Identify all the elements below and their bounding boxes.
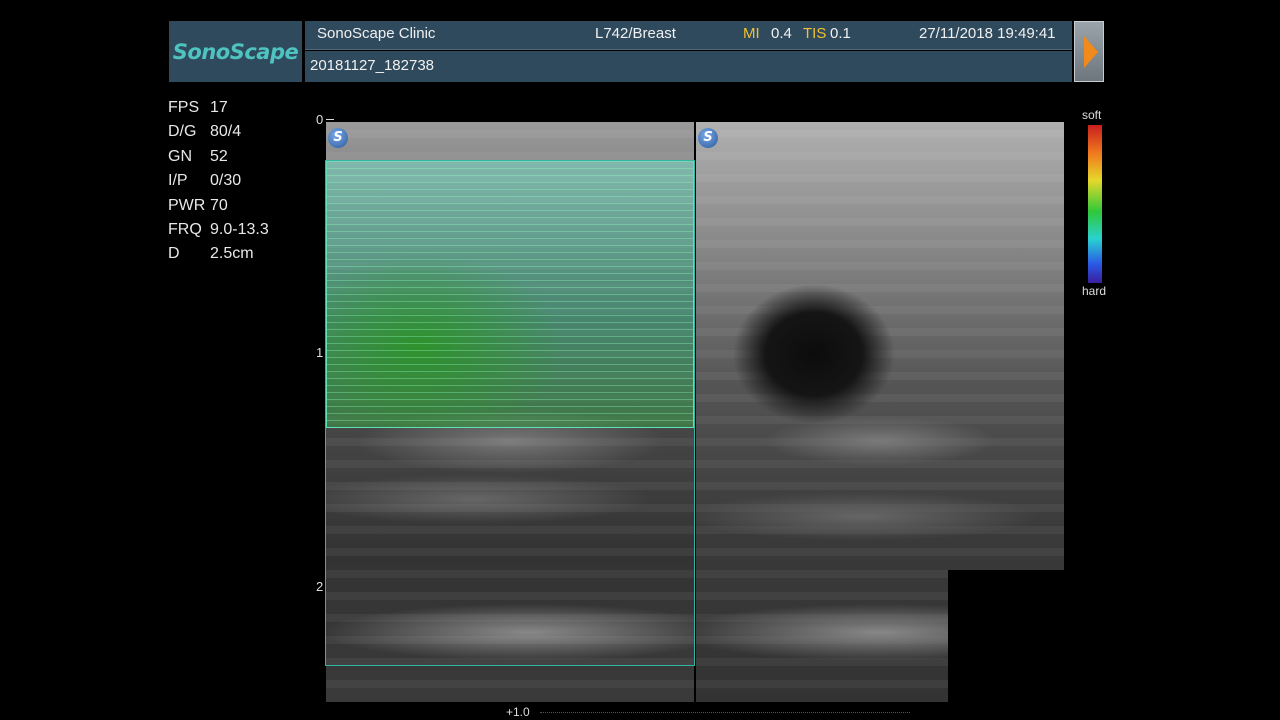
param-row-gn: GN 52 <box>168 145 269 169</box>
param-value: 2.5cm <box>210 245 254 263</box>
mi-label: MI <box>743 25 760 42</box>
patient-id: 20181127_182738 <box>310 57 435 74</box>
param-name: GN <box>168 147 192 165</box>
s-badge-icon: S <box>698 128 718 148</box>
bottom-scale-label: +1.0 <box>506 705 530 719</box>
param-value: 0/30 <box>210 172 242 190</box>
elasticity-colorbar <box>1088 125 1102 283</box>
probe-preset: L742/Breast <box>595 25 676 42</box>
bottom-dotted-line <box>540 712 910 713</box>
date-time: 27/11/2018 19:49:41 <box>919 25 1056 42</box>
param-row-dg: D/G 80/4 <box>168 120 269 144</box>
image-blank-region <box>948 570 1068 710</box>
play-arrow-icon <box>1084 36 1098 68</box>
depth-label-1: 1 <box>316 345 324 360</box>
param-name: PWR <box>168 196 206 214</box>
param-value: 70 <box>210 196 228 214</box>
sonoscape-logo: SonoScape <box>172 39 299 64</box>
param-row-pwr: PWR 70 <box>168 194 269 218</box>
tis-value: 0.1 <box>830 25 851 42</box>
param-row-ip: I/P 0/30 <box>168 169 269 193</box>
mi-value: 0.4 <box>771 25 792 42</box>
param-name: I/P <box>168 172 188 190</box>
param-name: FPS <box>168 99 200 116</box>
clinic-name: SonoScape Clinic <box>317 25 436 42</box>
param-value: 52 <box>210 147 228 165</box>
tis-label: TIS <box>803 25 827 42</box>
param-row-fps: FPS 17 <box>168 96 269 120</box>
s-badge-icon: S <box>328 128 348 148</box>
depth-label-2: 2 <box>316 579 324 594</box>
param-row-depth: D 2.5cm <box>168 242 269 266</box>
param-name: FRQ <box>168 220 202 238</box>
patient-bar: 20181127_182738 <box>305 51 1072 82</box>
depth-label-0: 0 <box>316 112 324 127</box>
param-value: 80/4 <box>210 123 242 141</box>
roi-box[interactable] <box>325 160 695 666</box>
imaging-parameters: FPS 17 D/G 80/4 GN 52 I/P 0/30 PWR 70 FR… <box>168 96 269 267</box>
param-value: 9.0-13.3 <box>210 220 269 238</box>
logo-panel: SonoScape <box>169 21 302 82</box>
param-name: D/G <box>168 123 197 141</box>
header-info-bar: SonoScape Clinic L742/Breast MI 0.4 TIS … <box>305 21 1072 50</box>
depth-tick <box>326 119 334 120</box>
colorbar-bottom-label: hard <box>1082 284 1107 298</box>
freeze-button[interactable] <box>1074 21 1104 82</box>
param-name: D <box>168 245 180 263</box>
colorbar-top-label: soft <box>1082 108 1102 122</box>
param-value: 17 <box>210 99 228 116</box>
param-row-frq: FRQ 9.0-13.3 <box>168 218 269 242</box>
